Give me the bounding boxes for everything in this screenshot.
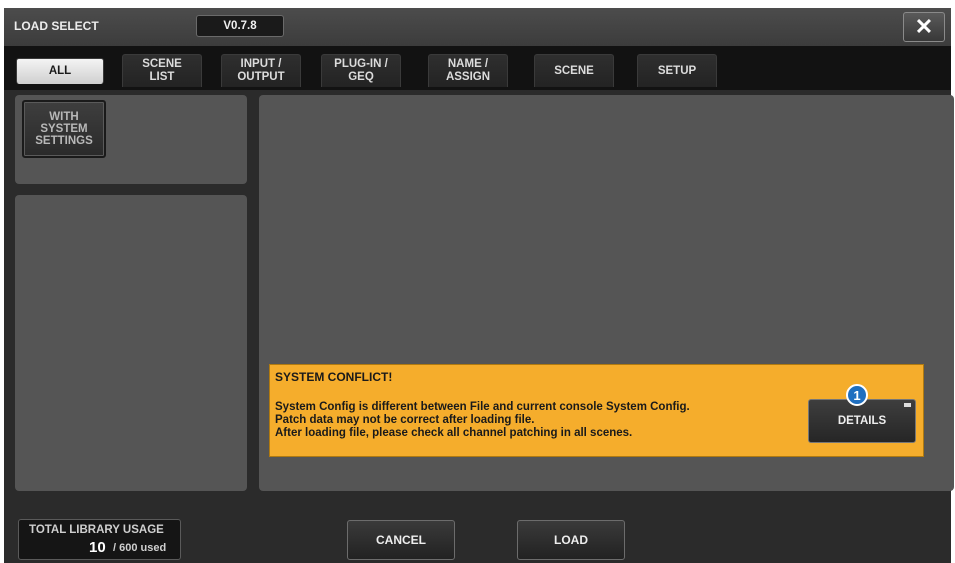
warning-line: Patch data may not be correct after load… xyxy=(275,414,535,426)
close-icon: ✕ xyxy=(914,14,934,39)
warning-line: System Config is different between File … xyxy=(275,401,690,413)
cancel-button[interactable]: CANCEL xyxy=(347,520,455,560)
library-usage-display: TOTAL LIBRARY USAGE 10 / 600 used xyxy=(18,519,181,560)
usage-label: TOTAL LIBRARY USAGE xyxy=(29,524,164,536)
close-button[interactable]: ✕ xyxy=(903,12,945,42)
tab-setup[interactable]: SETUP xyxy=(637,54,717,87)
title-bar: LOAD SELECT V0.7.8 ✕ xyxy=(4,8,951,46)
load-select-window: LOAD SELECT V0.7.8 ✕ ALL SCENE LIST INPU… xyxy=(4,8,954,563)
usage-count: 10 xyxy=(89,539,106,556)
left-list-panel xyxy=(15,195,247,491)
tab-scene[interactable]: SCENE xyxy=(534,54,614,87)
tab-name-assign[interactable]: NAME / ASSIGN xyxy=(428,54,508,87)
window-title: LOAD SELECT xyxy=(14,19,99,33)
warning-line: After loading file, please check all cha… xyxy=(275,427,633,439)
warning-title: SYSTEM CONFLICT! xyxy=(275,370,393,384)
version-label: V0.7.8 xyxy=(196,15,284,37)
tab-input-output[interactable]: INPUT / OUTPUT xyxy=(221,54,301,87)
usage-total: / 600 used xyxy=(113,542,167,554)
system-conflict-warning: SYSTEM CONFLICT! System Config is differ… xyxy=(269,364,924,457)
popup-indicator-icon xyxy=(904,403,911,407)
load-button[interactable]: LOAD xyxy=(517,520,625,560)
tab-plugin-geq[interactable]: PLUG-IN / GEQ xyxy=(321,54,401,87)
details-label: DETAILS xyxy=(837,415,887,427)
with-system-settings-button[interactable]: WITH SYSTEM SETTINGS xyxy=(22,100,106,158)
tab-all[interactable]: ALL xyxy=(16,58,104,84)
callout-number-badge: 1 xyxy=(846,384,868,406)
tab-scene-list[interactable]: SCENE LIST xyxy=(122,54,202,87)
tab-bar: ALL SCENE LIST INPUT / OUTPUT PLUG-IN / … xyxy=(4,46,951,90)
details-button[interactable]: DETAILS xyxy=(808,399,916,443)
warning-message: System Config is different between File … xyxy=(275,401,690,440)
